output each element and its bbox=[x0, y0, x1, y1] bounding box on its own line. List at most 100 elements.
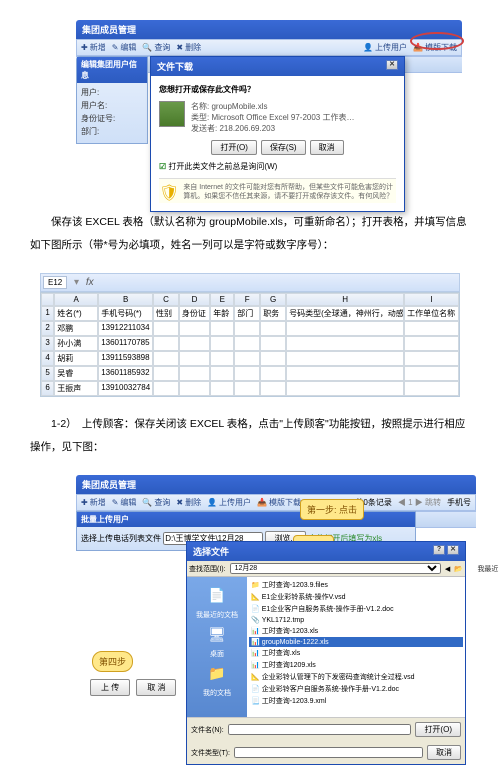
edit-button[interactable]: ✎ 编辑 bbox=[112, 42, 137, 53]
edit-button[interactable]: ✎ 编辑 bbox=[112, 497, 137, 508]
file-item[interactable]: 📎YKL1712.tmp bbox=[249, 615, 463, 625]
file-item[interactable]: 📃工时查询-1203.9.xml bbox=[249, 695, 463, 707]
cell[interactable] bbox=[153, 351, 179, 366]
cell[interactable] bbox=[404, 381, 459, 396]
delete-button[interactable]: ✖ 删除 bbox=[176, 497, 201, 508]
cell[interactable] bbox=[179, 321, 210, 336]
cell[interactable] bbox=[286, 366, 404, 381]
col-header[interactable] bbox=[41, 293, 54, 306]
cell[interactable]: 邓鹏 bbox=[54, 321, 98, 336]
col-header[interactable]: I bbox=[404, 293, 459, 306]
cell[interactable] bbox=[234, 321, 260, 336]
help-icon[interactable]: ? bbox=[433, 545, 445, 555]
lookin-select[interactable]: 12月28 bbox=[230, 563, 441, 574]
file-item[interactable]: 📁工时查询-1203.9.files bbox=[249, 579, 463, 591]
close-icon[interactable]: ✕ bbox=[447, 545, 459, 555]
upload-submit-button[interactable]: 上 传 bbox=[90, 679, 130, 696]
cell[interactable] bbox=[260, 336, 286, 351]
col-header[interactable]: B bbox=[98, 293, 153, 306]
cell[interactable] bbox=[153, 366, 179, 381]
cell[interactable] bbox=[210, 351, 234, 366]
find-button[interactable]: 🔍 查询 bbox=[142, 42, 170, 53]
cell[interactable] bbox=[153, 381, 179, 396]
cell[interactable]: 13910032784 bbox=[98, 381, 153, 396]
recent-icon[interactable]: 📄 bbox=[189, 587, 245, 604]
cell[interactable] bbox=[179, 336, 210, 351]
row-header[interactable]: 6 bbox=[41, 381, 54, 396]
cell[interactable] bbox=[179, 351, 210, 366]
row-header[interactable]: 4 bbox=[41, 351, 54, 366]
cell[interactable] bbox=[404, 351, 459, 366]
filetype-input[interactable] bbox=[234, 747, 423, 758]
col-header[interactable]: G bbox=[260, 293, 286, 306]
col-header[interactable]: H bbox=[286, 293, 404, 306]
cell[interactable] bbox=[153, 336, 179, 351]
file-item[interactable]: 📊工时查询-1203.xls bbox=[249, 625, 463, 637]
new-button[interactable]: ✚ 新增 bbox=[81, 42, 106, 53]
upload-cancel-button[interactable]: 取 消 bbox=[136, 679, 176, 696]
cell[interactable] bbox=[260, 381, 286, 396]
cell[interactable]: 年龄 bbox=[210, 306, 234, 321]
cell[interactable]: 13601170785 bbox=[98, 336, 153, 351]
upload-button[interactable]: 👤 上传用户 bbox=[207, 497, 251, 508]
cell[interactable] bbox=[286, 321, 404, 336]
col-header[interactable]: F bbox=[234, 293, 260, 306]
file-list[interactable]: 📁工时查询-1203.9.files📐E1企业彩铃系统-操作V.vsd📄E1企业… bbox=[247, 577, 465, 717]
mydocs-icon[interactable]: 📁 bbox=[189, 665, 245, 682]
download-button[interactable]: 📥 模版下载 bbox=[257, 497, 301, 508]
name-box[interactable]: E12 bbox=[43, 276, 67, 289]
cell[interactable] bbox=[179, 381, 210, 396]
up-icon[interactable]: 📂 bbox=[454, 565, 463, 573]
col-header[interactable]: E bbox=[210, 293, 234, 306]
cell[interactable]: 手机号码(*) bbox=[98, 306, 153, 321]
cancel-button[interactable]: 取消 bbox=[310, 140, 344, 155]
cell[interactable] bbox=[286, 351, 404, 366]
cell[interactable]: 姓名(*) bbox=[54, 306, 98, 321]
file-item[interactable]: 📊工时查询1209.xls bbox=[249, 659, 463, 671]
cell[interactable] bbox=[210, 336, 234, 351]
cell[interactable] bbox=[153, 321, 179, 336]
cell[interactable] bbox=[260, 321, 286, 336]
row-header[interactable]: 2 bbox=[41, 321, 54, 336]
cell[interactable]: 身份证 bbox=[179, 306, 210, 321]
cell[interactable] bbox=[404, 366, 459, 381]
cell[interactable] bbox=[234, 381, 260, 396]
file-item[interactable]: 📐E1企业彩铃系统-操作V.vsd bbox=[249, 591, 463, 603]
cell[interactable] bbox=[404, 321, 459, 336]
delete-button[interactable]: ✖ 删除 bbox=[176, 42, 201, 53]
col-header[interactable]: C bbox=[153, 293, 179, 306]
close-icon[interactable]: ✕ bbox=[386, 60, 398, 70]
cell[interactable] bbox=[286, 381, 404, 396]
file-item[interactable]: 📐企业彩铃认管理下的下发密码查询统计全过程.vsd bbox=[249, 671, 463, 683]
save-button[interactable]: 保存(S) bbox=[261, 140, 306, 155]
open-button[interactable]: 打开(O) bbox=[211, 140, 257, 155]
cell[interactable] bbox=[179, 366, 210, 381]
cell[interactable] bbox=[234, 351, 260, 366]
cell[interactable]: 13911593898 bbox=[98, 351, 153, 366]
cell[interactable] bbox=[404, 336, 459, 351]
cancel-button[interactable]: 取消 bbox=[427, 745, 461, 760]
row-header[interactable]: 5 bbox=[41, 366, 54, 381]
cell[interactable]: 职务 bbox=[260, 306, 286, 321]
row-header[interactable]: 1 bbox=[41, 306, 54, 321]
cell[interactable]: 号码类型(全球通，神州行，动感地带) bbox=[286, 306, 404, 321]
cell[interactable]: 胡莉 bbox=[54, 351, 98, 366]
file-item[interactable]: 📊工时查询.xls bbox=[249, 647, 463, 659]
cell[interactable]: 部门 bbox=[234, 306, 260, 321]
cell[interactable]: 吴睿 bbox=[54, 366, 98, 381]
cell[interactable]: 工作单位名称 bbox=[404, 306, 459, 321]
cell[interactable] bbox=[260, 366, 286, 381]
cell[interactable] bbox=[210, 321, 234, 336]
find-button[interactable]: 🔍 查询 bbox=[142, 497, 170, 508]
upload-button[interactable]: 👤 上传用户 bbox=[363, 42, 407, 53]
cell[interactable] bbox=[234, 366, 260, 381]
checkbox-icon[interactable]: ☑ bbox=[159, 162, 166, 171]
col-header[interactable]: A bbox=[54, 293, 98, 306]
file-item[interactable]: 📊groupMobile-1222.xls bbox=[249, 637, 463, 647]
cell[interactable] bbox=[286, 336, 404, 351]
cell[interactable]: 王振声 bbox=[54, 381, 98, 396]
open-button[interactable]: 打开(O) bbox=[415, 722, 461, 737]
back-icon[interactable]: ◀ bbox=[445, 565, 450, 573]
file-item[interactable]: 📄E1企业客户自服务系统-操作手册-V1.2.doc bbox=[249, 603, 463, 615]
filename-input[interactable] bbox=[228, 724, 412, 735]
